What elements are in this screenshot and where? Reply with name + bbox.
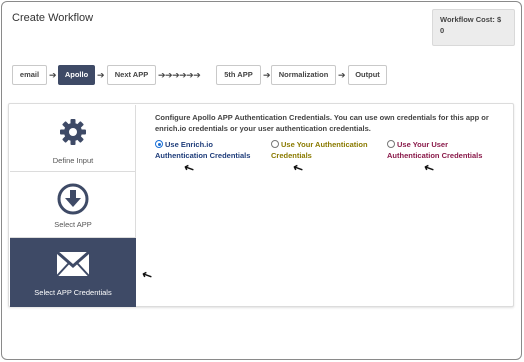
step-arrow-chain-icon: ➔➔➔➔➔➔ <box>158 70 201 80</box>
option-line2: Authentication Credentials <box>155 151 251 160</box>
page-title: Create Workflow <box>12 12 94 24</box>
sidebar-item-label: Select APP <box>54 220 92 229</box>
step-email[interactable]: email <box>12 65 47 85</box>
option-enrich-credentials[interactable]: Use Enrich.io Authentication Credentials <box>155 139 260 161</box>
radio-button-selected[interactable] <box>155 140 163 148</box>
step-arrow-icon: ➔ <box>263 70 271 80</box>
step-arrow-icon: ➔ <box>338 70 346 80</box>
option-line1: Use Your Authentication <box>281 140 368 149</box>
download-circle-icon <box>10 183 136 220</box>
workflow-cost-badge: Workflow Cost: $ 0 <box>432 9 515 46</box>
step-5th-app[interactable]: 5th APP <box>216 65 261 85</box>
radio-button[interactable] <box>387 140 395 148</box>
sidebar-item-select-app-credentials[interactable]: Select APP Credentials <box>10 238 136 307</box>
envelope-icon <box>10 250 136 282</box>
option-line2: Authentication Credentials <box>387 151 483 160</box>
option-line1: Use Enrich.io <box>165 140 213 149</box>
sidebar-item-label: Define Input <box>52 156 94 165</box>
sidebar-item-select-app[interactable]: Select APP <box>10 172 136 238</box>
sidebar-item-define-input[interactable]: Define Input <box>10 105 136 172</box>
radio-button[interactable] <box>271 140 279 148</box>
option-line2: Credentials <box>271 151 312 160</box>
step-next-app[interactable]: Next APP <box>107 65 156 85</box>
option-own-credentials[interactable]: Use Your Authentication Credentials <box>271 139 381 161</box>
credentials-intro: Configure Apollo APP Authentication Cred… <box>155 113 489 133</box>
step-normalization[interactable]: Normalization <box>271 65 336 85</box>
workflow-cost-value: 0 <box>440 26 445 35</box>
option-user-credentials[interactable]: Use Your User Authentication Credentials <box>387 139 502 161</box>
sidebar-item-label: Select APP Credentials <box>34 288 112 297</box>
step-arrow-icon: ➔ <box>49 70 57 80</box>
gear-icon <box>10 117 136 152</box>
step-apollo[interactable]: Apollo <box>58 65 95 85</box>
step-arrow-icon: ➔ <box>97 70 105 80</box>
step-output[interactable]: Output <box>348 65 387 85</box>
wizard-sidebar: Define Input Select APP Select APP Crede… <box>10 105 136 307</box>
option-line1: Use Your User <box>397 140 448 149</box>
workflow-cost-label: Workflow Cost: $ <box>440 15 502 24</box>
